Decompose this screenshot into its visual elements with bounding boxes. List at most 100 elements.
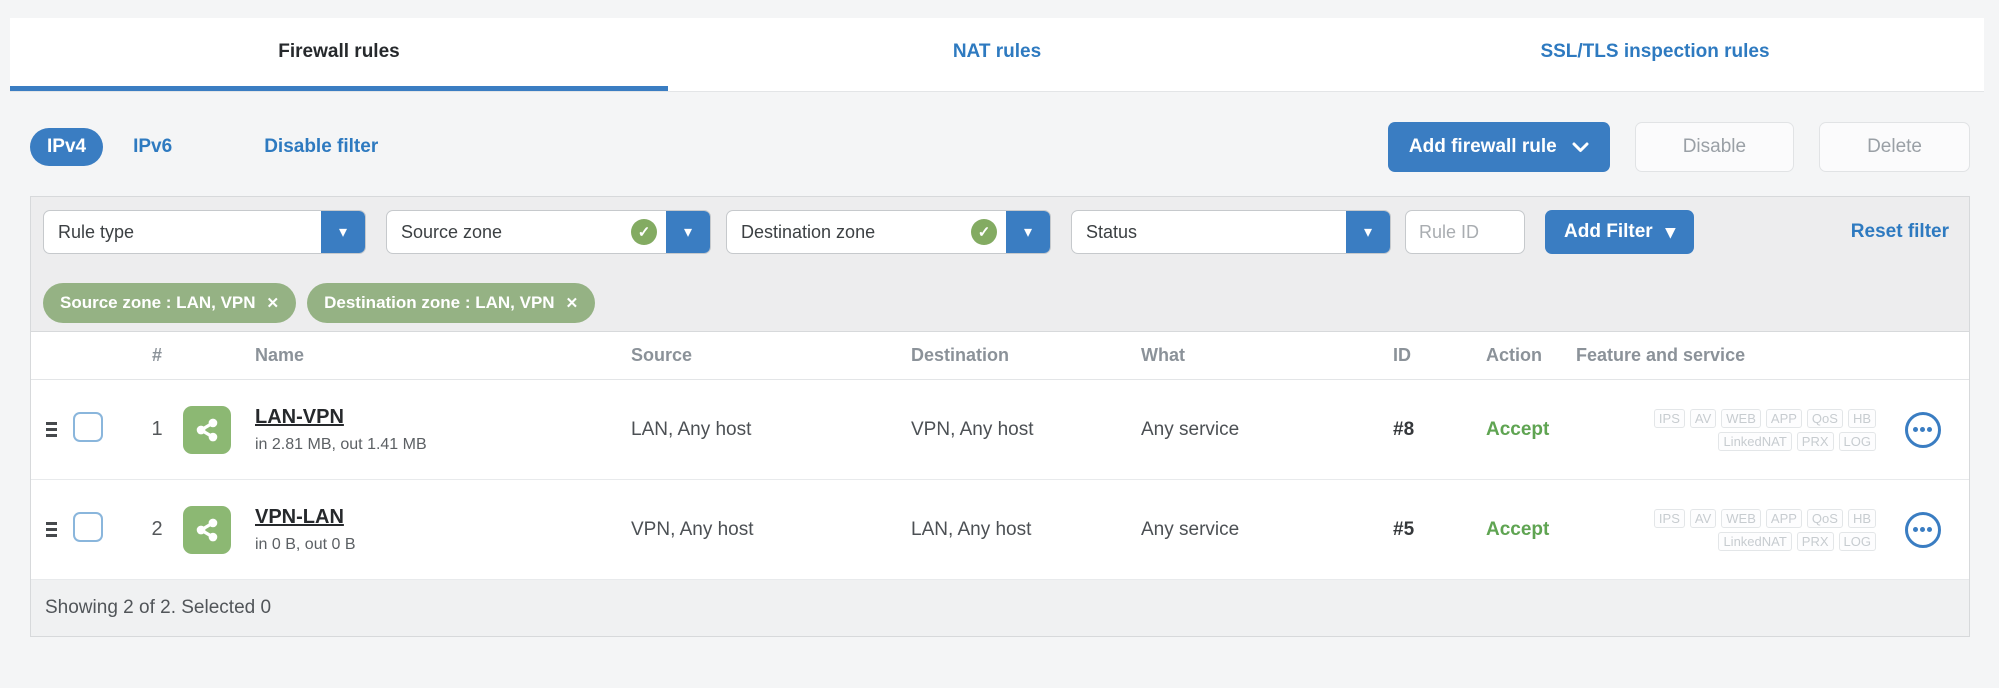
tab-nat-rules[interactable]: NAT rules <box>668 18 1326 91</box>
ipv6-toggle[interactable]: IPv6 <box>133 136 172 158</box>
badge-web: WEB <box>1721 408 1761 428</box>
drag-handle-icon[interactable] <box>46 422 73 437</box>
chip-label: Destination zone : LAN, VPN <box>324 293 555 312</box>
chip-label: Source zone : LAN, VPN <box>60 293 256 312</box>
badge-web: WEB <box>1721 508 1761 528</box>
badge-app: APP <box>1765 408 1802 428</box>
badge-av: AV <box>1689 408 1717 428</box>
rules-panel: Rule type ▾ Source zone ✓ ▾ Destination … <box>30 196 1970 637</box>
cell-what: Any service <box>1141 418 1240 440</box>
rule-type-icon[interactable] <box>183 505 231 554</box>
filter-applied-check-icon: ✓ <box>971 219 997 245</box>
dropdown-button[interactable]: ▾ <box>666 211 710 253</box>
badge-ips: IPS <box>1653 408 1685 428</box>
disable-filter-label: Disable filter <box>264 136 379 157</box>
filter-chips-bar: Source zone : LAN, VPN ✕ Destination zon… <box>31 254 1969 332</box>
chevron-down-icon: ▾ <box>1023 224 1033 241</box>
ipv4-toggle[interactable]: IPv4 <box>30 128 104 166</box>
destination-zone-label: Destination zone <box>741 221 876 242</box>
reset-filter-label: Reset filter <box>1850 221 1949 242</box>
filter-chip-destination-zone[interactable]: Destination zone : LAN, VPN ✕ <box>307 283 596 323</box>
rule-type-icon[interactable] <box>183 405 231 454</box>
badge-linkednat: LinkedNAT <box>1718 531 1792 551</box>
cell-action: Accept <box>1486 418 1550 440</box>
header-name: Name <box>255 345 305 365</box>
close-icon[interactable]: ✕ <box>566 294 579 312</box>
status-label: Status <box>1086 221 1138 242</box>
rule-type-label: Rule type <box>58 221 135 242</box>
disable-button[interactable]: Disable <box>1634 122 1795 172</box>
more-actions-icon[interactable] <box>1904 511 1941 548</box>
badge-av: AV <box>1689 508 1717 528</box>
row-checkbox[interactable] <box>73 411 103 442</box>
rule-name-link[interactable]: VPN-LAN <box>255 506 631 529</box>
rule-type-select[interactable]: Rule type ▾ <box>43 210 366 254</box>
share-icon <box>196 418 218 441</box>
disable-filter-link[interactable]: Disable filter <box>264 136 378 158</box>
badge-app: APP <box>1765 508 1802 528</box>
badge-qos: QoS <box>1806 408 1843 428</box>
rule-traffic: in 2.81 MB, out 1.41 MB <box>255 435 427 453</box>
cell-source: VPN, Any host <box>631 518 754 540</box>
drag-handle-icon[interactable] <box>46 522 73 537</box>
table-row: 1 LAN-VPN in 2.81 MB, out 1.41 MB LAN, A… <box>31 380 1969 480</box>
reset-filter-link[interactable]: Reset filter <box>1851 221 1949 243</box>
badge-hb: HB <box>1847 508 1876 528</box>
dropdown-button[interactable]: ▾ <box>321 211 365 253</box>
cell-rule-id: #8 <box>1393 418 1415 440</box>
rule-traffic: in 0 B, out 0 B <box>255 535 356 553</box>
badge-linkednat: LinkedNAT <box>1718 431 1792 451</box>
tab-bar: Firewall rules NAT rules SSL/TLS inspect… <box>10 18 1984 92</box>
check-glyph: ✓ <box>637 224 651 241</box>
chevron-down-icon: ▾ <box>1665 221 1676 243</box>
cell-action: Accept <box>1486 518 1550 540</box>
header-action: Action <box>1486 345 1542 365</box>
row-checkbox[interactable] <box>73 511 103 542</box>
add-firewall-rule-label: Add firewall rule <box>1408 136 1557 157</box>
tab-label: NAT rules <box>952 41 1042 62</box>
header-what: What <box>1141 345 1185 365</box>
status-select[interactable]: Status ▾ <box>1071 210 1391 254</box>
badge-hb: HB <box>1847 408 1876 428</box>
badge-ips: IPS <box>1653 508 1685 528</box>
delete-label: Delete <box>1867 136 1922 157</box>
filter-bar: Rule type ▾ Source zone ✓ ▾ Destination … <box>31 197 1969 254</box>
filter-applied-check-icon: ✓ <box>631 219 657 245</box>
dropdown-button[interactable]: ▾ <box>1346 211 1390 253</box>
close-icon[interactable]: ✕ <box>267 294 280 312</box>
table-row: 2 VPN-LAN in 0 B, out 0 B VPN, Any host … <box>31 480 1969 580</box>
disable-label: Disable <box>1682 136 1747 157</box>
destination-zone-select[interactable]: Destination zone ✓ ▾ <box>726 210 1051 254</box>
add-firewall-rule-button[interactable]: Add firewall rule <box>1387 122 1610 172</box>
ipv4-label: IPv4 <box>47 136 87 157</box>
cell-rule-id: #5 <box>1393 518 1415 540</box>
rule-name-link[interactable]: LAN-VPN <box>255 406 631 429</box>
add-filter-button[interactable]: Add Filter ▾ <box>1545 210 1695 254</box>
header-feature-and-service: Feature and service <box>1576 345 1746 365</box>
tab-label: SSL/TLS inspection rules <box>1540 41 1770 62</box>
badge-prx: PRX <box>1796 431 1834 451</box>
dropdown-button[interactable]: ▾ <box>1006 211 1050 253</box>
badge-qos: QoS <box>1806 508 1843 528</box>
header-destination: Destination <box>911 345 1010 365</box>
source-zone-label: Source zone <box>401 221 503 242</box>
badge-log: LOG <box>1838 531 1876 551</box>
delete-button[interactable]: Delete <box>1819 122 1970 172</box>
tab-ssl-tls-inspection-rules[interactable]: SSL/TLS inspection rules <box>1326 18 1984 91</box>
source-zone-select[interactable]: Source zone ✓ ▾ <box>386 210 711 254</box>
cell-destination: LAN, Any host <box>911 518 1032 540</box>
more-actions-icon[interactable] <box>1904 411 1941 448</box>
chevron-down-icon: ▾ <box>683 224 693 241</box>
tab-firewall-rules[interactable]: Firewall rules <box>10 18 668 91</box>
chevron-down-icon <box>1572 142 1589 152</box>
header-index: # <box>151 345 162 365</box>
filter-chip-source-zone[interactable]: Source zone : LAN, VPN ✕ <box>43 283 297 323</box>
rule-id-input[interactable] <box>1405 210 1525 254</box>
cell-what: Any service <box>1141 518 1240 540</box>
add-filter-label: Add Filter <box>1564 221 1653 242</box>
footer-summary: Showing 2 of 2. Selected 0 <box>45 597 272 618</box>
feature-badges: IPS AV WEB APP QoS HB LinkedNAT PRX LOG <box>1576 408 1876 451</box>
chevron-down-icon: ▾ <box>1363 224 1373 241</box>
header-id: ID <box>1393 345 1411 365</box>
cell-destination: VPN, Any host <box>911 418 1034 440</box>
